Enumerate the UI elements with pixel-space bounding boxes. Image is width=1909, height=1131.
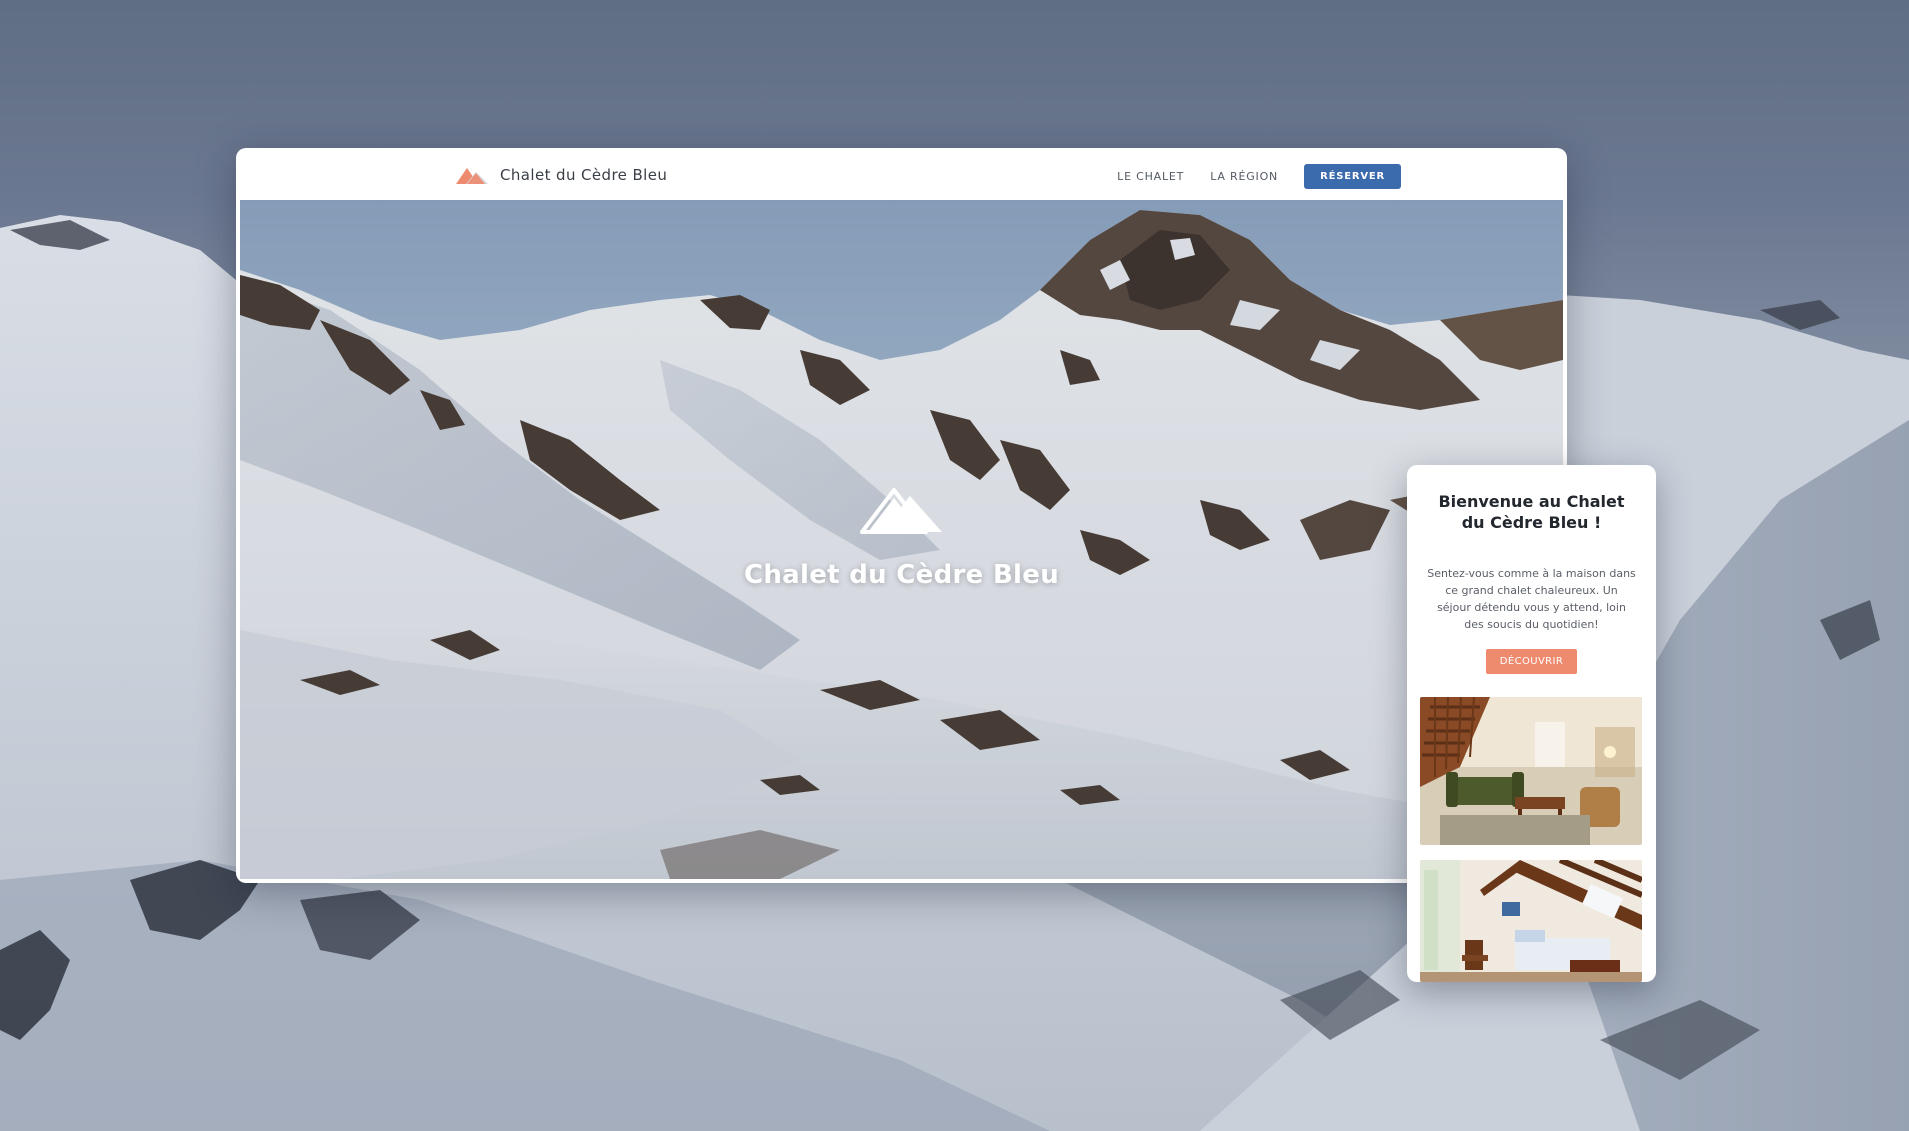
nav-item-le-chalet[interactable]: LE CHALET [1117, 170, 1184, 183]
hero-title: Chalet du Cèdre Bleu [743, 560, 1060, 590]
mobile-mockup: Bienvenue au Chalet du Cèdre Bleu ! Sent… [1407, 465, 1656, 982]
decouvrir-button-wrap: DÉCOUVRIR [1407, 649, 1656, 674]
decouvrir-button[interactable]: DÉCOUVRIR [1485, 649, 1578, 674]
desktop-mockup: Chalet du Cèdre Bleu LE CHALET LA RÉGION… [236, 148, 1567, 883]
hero-content: Chalet du Cèdre Bleu [240, 484, 1563, 590]
living-room-photo [1420, 697, 1642, 845]
brand[interactable]: Chalet du Cèdre Bleu [456, 166, 667, 184]
mountain-logo-icon [859, 484, 944, 538]
brand-name: Chalet du Cèdre Bleu [500, 166, 668, 184]
site-header: Chalet du Cèdre Bleu LE CHALET LA RÉGION… [240, 152, 1563, 200]
hero-section: Chalet du Cèdre Bleu [240, 200, 1563, 879]
welcome-title: Bienvenue au Chalet du Cèdre Bleu ! [1438, 492, 1625, 532]
bedroom-photo [1420, 860, 1642, 982]
mountain-logo-icon [456, 166, 488, 184]
nav-item-la-region[interactable]: LA RÉGION [1210, 170, 1278, 183]
reserver-button[interactable]: RÉSERVER [1304, 164, 1401, 189]
main-nav: LE CHALET LA RÉGION RÉSERVER [1117, 164, 1401, 189]
welcome-text: Sentez-vous comme à la maison dans ce gr… [1427, 567, 1636, 631]
